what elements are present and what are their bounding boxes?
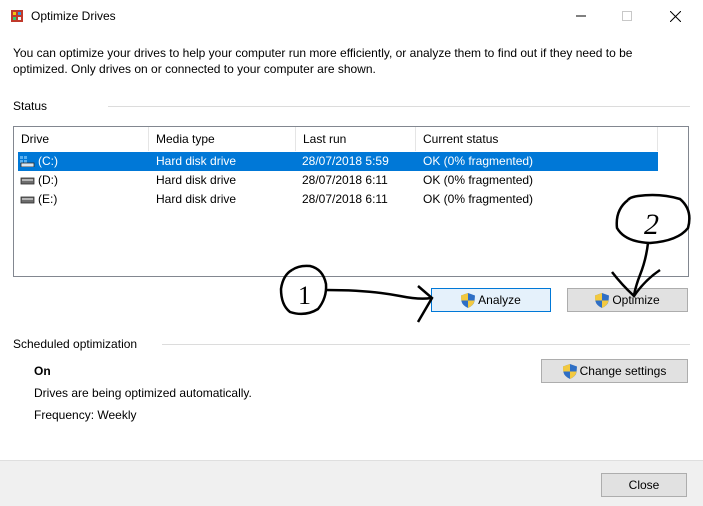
drive-current-status: OK (0% fragmented) bbox=[423, 173, 534, 187]
analyze-label: Analyze bbox=[478, 293, 521, 307]
drive-row-c[interactable]: (C:) Hard disk drive 28/07/2018 5:59 OK … bbox=[14, 152, 688, 171]
drive-name: (C:) bbox=[38, 154, 58, 168]
drive-media-type: Hard disk drive bbox=[156, 154, 237, 168]
status-section-label: Status bbox=[13, 99, 48, 113]
close-icon bbox=[669, 10, 681, 22]
drive-media-type: Hard disk drive bbox=[156, 192, 237, 206]
drive-media-type: Hard disk drive bbox=[156, 173, 237, 187]
change-settings-label: Change settings bbox=[579, 364, 667, 378]
window-title: Optimize Drives bbox=[31, 9, 116, 23]
column-header-media-type[interactable]: Media type bbox=[149, 127, 296, 151]
maximize-icon bbox=[622, 11, 632, 21]
schedule-state: On bbox=[34, 364, 51, 378]
column-header-drive[interactable]: Drive bbox=[14, 127, 149, 151]
optimize-button[interactable]: Optimize bbox=[567, 288, 688, 312]
drive-last-run: 28/07/2018 5:59 bbox=[302, 154, 389, 168]
optimize-drives-app-icon bbox=[11, 10, 23, 22]
title-bar[interactable]: Optimize Drives bbox=[0, 0, 703, 33]
drive-last-run: 28/07/2018 6:11 bbox=[302, 192, 388, 206]
schedule-frequency: Frequency: Weekly bbox=[34, 408, 137, 422]
optimize-label: Optimize bbox=[612, 293, 660, 307]
uac-shield-icon bbox=[595, 292, 610, 308]
dialog-footer: Close bbox=[0, 460, 703, 506]
drive-list[interactable]: Drive Media type Last run Current status… bbox=[13, 126, 689, 277]
status-divider bbox=[108, 106, 690, 107]
drive-row-d[interactable]: (D:) Hard disk drive 28/07/2018 6:11 OK … bbox=[14, 171, 688, 190]
drive-list-header: Drive Media type Last run Current status bbox=[14, 127, 688, 151]
column-header-last-run[interactable]: Last run bbox=[296, 127, 416, 151]
intro-text: You can optimize your drives to help you… bbox=[13, 46, 633, 76]
uac-shield-icon bbox=[562, 363, 577, 379]
minimize-button[interactable] bbox=[558, 0, 604, 32]
column-header-current-status[interactable]: Current status bbox=[416, 127, 658, 151]
schedule-description: Drives are being optimized automatically… bbox=[34, 386, 252, 400]
drive-last-run: 28/07/2018 6:11 bbox=[302, 173, 388, 187]
drive-current-status: OK (0% fragmented) bbox=[423, 154, 534, 168]
maximize-button[interactable] bbox=[604, 0, 650, 32]
hard-drive-icon bbox=[20, 177, 35, 185]
hard-drive-icon bbox=[20, 196, 35, 204]
scheduled-section-label: Scheduled optimization bbox=[13, 337, 138, 351]
change-settings-button[interactable]: Change settings bbox=[541, 359, 688, 383]
minimize-icon bbox=[576, 15, 586, 17]
annotation-number-1: 1 bbox=[298, 281, 311, 310]
close-label: Close bbox=[628, 478, 660, 492]
close-button[interactable]: Close bbox=[601, 473, 687, 497]
scheduled-divider bbox=[162, 344, 690, 345]
drive-current-status: OK (0% fragmented) bbox=[423, 192, 534, 206]
window-close-button[interactable] bbox=[652, 0, 698, 32]
uac-shield-icon bbox=[461, 292, 476, 308]
analyze-button[interactable]: Analyze bbox=[431, 288, 551, 312]
drive-name: (E:) bbox=[38, 192, 58, 206]
drive-name: (D:) bbox=[38, 173, 58, 187]
drive-row-e[interactable]: (E:) Hard disk drive 28/07/2018 6:11 OK … bbox=[14, 190, 688, 209]
system-drive-icon bbox=[20, 156, 35, 167]
